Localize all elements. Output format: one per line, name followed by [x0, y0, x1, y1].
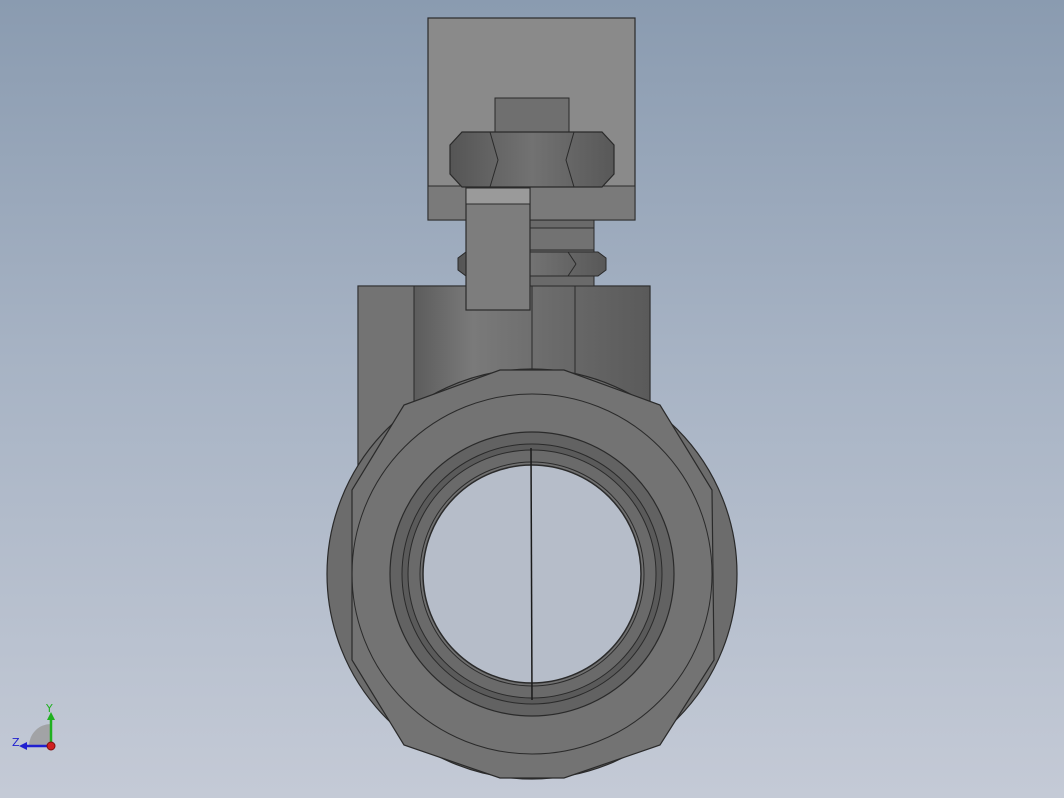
orientation-triad: Y Z: [12, 702, 56, 751]
y-axis-label: Y: [45, 702, 53, 715]
upper-nut: [449, 131, 615, 188]
cad-viewport[interactable]: Y Z: [0, 0, 1064, 798]
x-axis-dot: [46, 741, 56, 751]
handle: [427, 17, 636, 221]
z-axis-label: Z: [12, 736, 20, 749]
handle-arm: [465, 187, 531, 311]
